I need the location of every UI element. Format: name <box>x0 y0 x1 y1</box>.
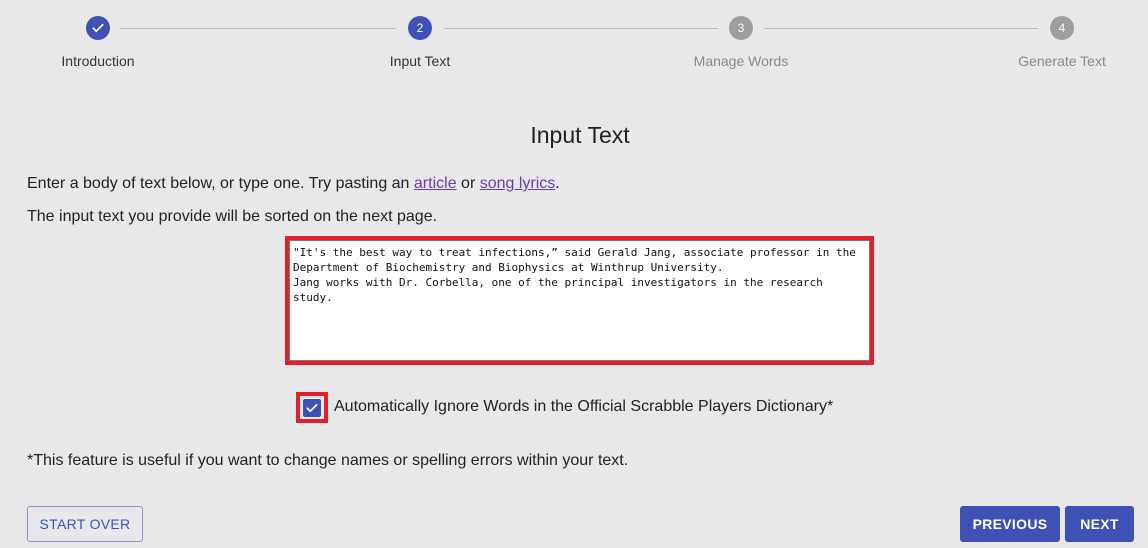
step-number: 2 <box>408 16 432 40</box>
intro-prefix: Enter a body of text below, or type one.… <box>27 175 414 192</box>
next-button[interactable]: NEXT <box>1065 506 1134 542</box>
intro-or: or <box>456 175 480 192</box>
article-link[interactable]: article <box>414 175 457 192</box>
stepper: Introduction 2 Input Text 3 Manage Words… <box>0 0 1148 90</box>
step-generate-text[interactable]: 4 Generate Text <box>992 16 1132 69</box>
check-icon <box>86 16 110 40</box>
checkbox-box[interactable] <box>303 398 321 417</box>
song-lyrics-link[interactable]: song lyrics <box>480 175 556 192</box>
input-text-area[interactable]: "It's the best way to treat infections,”… <box>289 240 870 361</box>
ignore-words-checkbox[interactable] <box>296 392 328 423</box>
step-label: Input Text <box>389 53 451 69</box>
step-number: 4 <box>1050 16 1074 40</box>
intro-text: Enter a body of text below, or type one.… <box>27 175 560 193</box>
step-manage-words[interactable]: 3 Manage Words <box>671 16 811 69</box>
page-title: Input Text <box>530 122 630 148</box>
footnote: *This feature is useful if you want to c… <box>27 452 629 469</box>
step-label: Introduction <box>61 53 135 69</box>
step-label: Manage Words <box>693 53 789 69</box>
start-over-button[interactable]: START OVER <box>27 506 143 542</box>
step-introduction[interactable]: Introduction <box>28 16 168 69</box>
input-text-highlight: "It's the best way to treat infections,”… <box>285 236 874 365</box>
checkbox-label[interactable]: Automatically Ignore Words in the Offici… <box>334 398 833 416</box>
step-input-text[interactable]: 2 Input Text <box>350 16 490 69</box>
previous-button[interactable]: PREVIOUS <box>960 506 1060 542</box>
step-label: Generate Text <box>1018 53 1106 69</box>
sort-note: The input text you provide will be sorte… <box>27 208 438 225</box>
step-number: 3 <box>729 16 753 40</box>
intro-suffix: . <box>555 175 560 192</box>
check-icon <box>306 403 318 412</box>
